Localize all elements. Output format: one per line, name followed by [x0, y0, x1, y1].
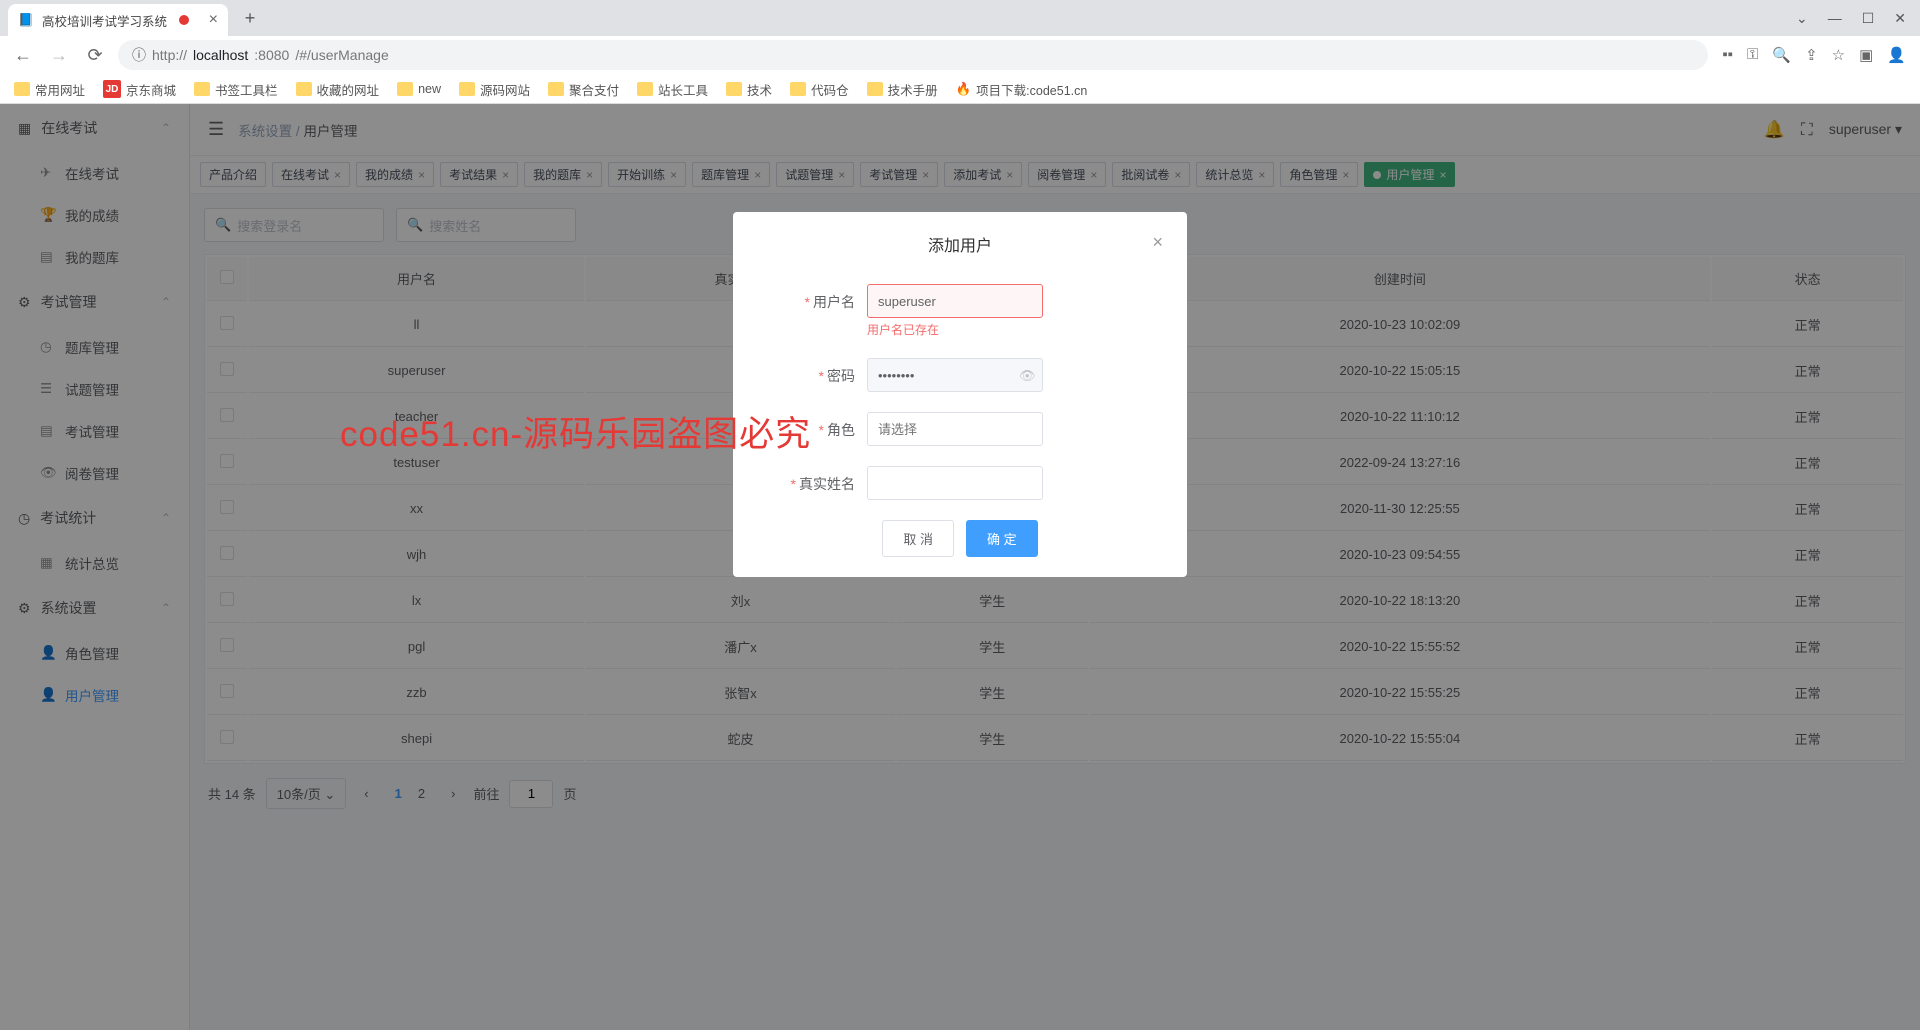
- role-select[interactable]: [867, 412, 1043, 446]
- bookmark-item[interactable]: 代码仓: [790, 80, 849, 99]
- bookmark-item[interactable]: 技术手册: [867, 80, 938, 99]
- bookmark-item[interactable]: 书签工具栏: [194, 80, 278, 99]
- star-icon[interactable]: ☆: [1832, 46, 1845, 64]
- bookmark-item[interactable]: 🔥项目下载:code51.cn: [956, 80, 1088, 99]
- key-icon[interactable]: ⚿: [1747, 46, 1758, 64]
- panel-icon[interactable]: ▣: [1859, 46, 1873, 64]
- new-tab-button[interactable]: +: [236, 4, 264, 32]
- bookmark-item[interactable]: new: [397, 82, 441, 96]
- close-icon[interactable]: ×: [1152, 232, 1163, 253]
- bookmark-item[interactable]: 收藏的网址: [296, 80, 380, 99]
- profile-icon[interactable]: 👤: [1887, 46, 1906, 64]
- info-icon[interactable]: ⓘ: [132, 45, 146, 65]
- browser-tab[interactable]: 📘 高校培训考试学习系统 ×: [8, 4, 228, 36]
- minimize-icon[interactable]: —: [1828, 10, 1842, 27]
- eye-icon[interactable]: 👁: [1019, 368, 1036, 383]
- bookmark-item[interactable]: 站长工具: [637, 80, 708, 99]
- bookmarks-bar: 常用网址 JD京东商城书签工具栏收藏的网址 new 源码网站聚合支付站长工具技术代码仓…: [0, 74, 1920, 104]
- realname-input[interactable]: [867, 466, 1043, 500]
- ok-button[interactable]: 确 定: [966, 520, 1038, 557]
- recording-icon: [179, 15, 189, 25]
- close-window-icon[interactable]: ✕: [1894, 10, 1906, 27]
- maximize-icon[interactable]: ☐: [1862, 10, 1875, 27]
- add-user-modal: 添加用户 × *用户名 用户名已存在 *密码 👁 *角色: [733, 212, 1187, 577]
- username-input[interactable]: [867, 284, 1043, 318]
- bookmark-item[interactable]: 聚合支付: [548, 80, 619, 99]
- tab-close-icon[interactable]: ×: [209, 11, 218, 29]
- bookmark-item[interactable]: 源码网站: [459, 80, 530, 99]
- tab-favicon: 📘: [18, 12, 34, 28]
- modal-overlay[interactable]: 添加用户 × *用户名 用户名已存在 *密码 👁 *角色: [0, 104, 1920, 1030]
- search-icon[interactable]: 🔍: [1772, 46, 1791, 64]
- tab-title: 高校培训考试学习系统: [42, 11, 167, 30]
- camera-icon[interactable]: ▪▪: [1722, 46, 1733, 64]
- browser-chrome: 📘 高校培训考试学习系统 × + ⌄ — ☐ ✕ ← → ⟳ ⓘ http://…: [0, 0, 1920, 104]
- url-input[interactable]: ⓘ http://localhost:8080/#/userManage: [118, 40, 1708, 70]
- back-button[interactable]: ←: [10, 42, 36, 68]
- bookmark-item[interactable]: JD京东商城: [103, 80, 176, 99]
- modal-title: 添加用户: [928, 232, 992, 256]
- username-error: 用户名已存在: [867, 321, 1163, 338]
- bookmark-item[interactable]: 技术: [726, 80, 772, 99]
- share-icon[interactable]: ⇪: [1805, 46, 1818, 64]
- forward-button: →: [46, 42, 72, 68]
- reload-button[interactable]: ⟳: [82, 42, 108, 68]
- browser-tab-bar: 📘 高校培训考试学习系统 × + ⌄ — ☐ ✕: [0, 0, 1920, 36]
- app-root: ▦在线考试⌃✈在线考试🏆我的成绩▤我的题库⚙考试管理⌃◷题库管理☰试题管理▤考试…: [0, 104, 1920, 1030]
- cancel-button[interactable]: 取 消: [882, 520, 954, 557]
- chevron-down-icon[interactable]: ⌄: [1796, 10, 1808, 27]
- password-input[interactable]: [867, 358, 1043, 392]
- address-bar: ← → ⟳ ⓘ http://localhost:8080/#/userMana…: [0, 36, 1920, 74]
- bookmark-item[interactable]: 常用网址: [14, 80, 85, 99]
